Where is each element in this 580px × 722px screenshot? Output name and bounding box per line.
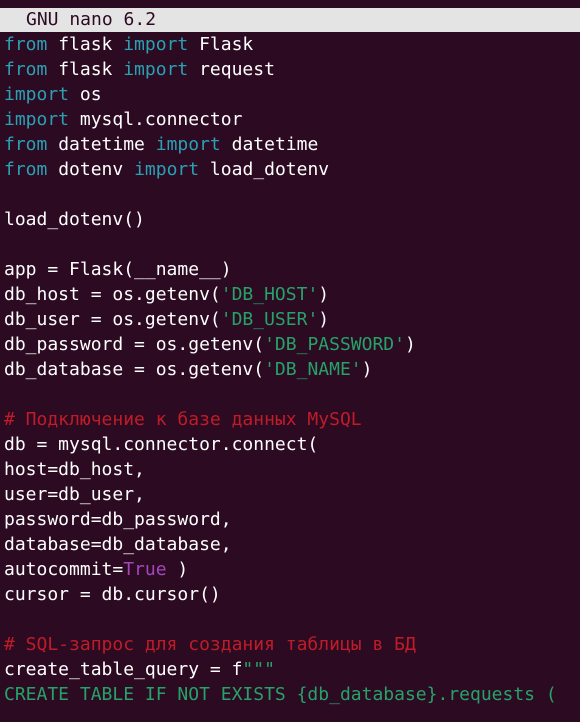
- code-line[interactable]: [4, 382, 580, 407]
- code-line[interactable]: db_host = os.getenv('DB_HOST'): [4, 282, 580, 307]
- string-token: """: [242, 659, 275, 680]
- code-line[interactable]: import os: [4, 82, 580, 107]
- code-text: database=db_database,: [4, 534, 232, 555]
- code-text: ): [361, 359, 373, 380]
- keyword-token: import: [155, 134, 221, 155]
- code-text: request: [188, 59, 275, 80]
- code-line[interactable]: load_dotenv(): [4, 207, 580, 232]
- code-line[interactable]: # SQL-запрос для создания таблицы в БД: [4, 632, 580, 657]
- code-editor[interactable]: from flask import Flask from flask import…: [4, 32, 580, 722]
- keyword-token: import: [123, 59, 189, 80]
- code-line[interactable]: database=db_database,: [4, 532, 580, 557]
- boolean-token: True: [123, 559, 167, 580]
- code-text: password=db_password,: [4, 509, 232, 530]
- code-text: flask: [47, 34, 124, 55]
- code-line[interactable]: from flask import request: [4, 57, 580, 82]
- code-text: ): [166, 559, 189, 580]
- code-line[interactable]: cursor = db.cursor(): [4, 582, 580, 607]
- code-line[interactable]: import mysql.connector: [4, 107, 580, 132]
- code-text: db_database = os.getenv(: [4, 359, 265, 380]
- code-line[interactable]: [4, 607, 580, 632]
- code-text: ): [318, 309, 330, 330]
- keyword-token: from: [4, 134, 48, 155]
- code-line[interactable]: db_password = os.getenv('DB_PASSWORD'): [4, 332, 580, 357]
- code-text: create_table_query = f: [4, 659, 243, 680]
- code-line[interactable]: db_user = os.getenv('DB_USER'): [4, 307, 580, 332]
- keyword-token: from: [4, 59, 48, 80]
- keyword-token: from: [4, 34, 48, 55]
- code-text: datetime: [220, 134, 319, 155]
- code-line[interactable]: from flask import Flask: [4, 32, 580, 57]
- code-text: mysql.connector: [69, 109, 243, 130]
- code-text: load_dotenv(): [4, 209, 145, 230]
- code-text: autocommit=: [4, 559, 124, 580]
- string-token: 'DB_PASSWORD': [264, 334, 405, 355]
- window-title: GNU nano 6.2: [26, 9, 157, 30]
- code-line[interactable]: autocommit=True ): [4, 557, 580, 582]
- code-text: cursor = db.cursor(): [4, 584, 221, 605]
- string-token: 'DB_NAME': [264, 359, 362, 380]
- code-text: Flask: [188, 34, 254, 55]
- code-line[interactable]: create_table_query = f""": [4, 657, 580, 682]
- string-token: 'DB_HOST': [220, 284, 319, 305]
- comment-token: # SQL-запрос для создания таблицы в БД: [4, 634, 416, 655]
- code-text: os: [69, 84, 102, 105]
- code-line[interactable]: CREATE TABLE IF NOT EXISTS {db_database}…: [4, 682, 580, 707]
- code-text: db_user = os.getenv(: [4, 309, 221, 330]
- nano-title-bar: GNU nano 6.2: [0, 0, 580, 34]
- code-line[interactable]: [4, 232, 580, 257]
- code-text: ): [404, 334, 416, 355]
- keyword-token: import: [4, 84, 70, 105]
- code-text: host=db_host,: [4, 459, 145, 480]
- code-line[interactable]: from datetime import datetime: [4, 132, 580, 157]
- keyword-token: from: [4, 159, 48, 180]
- code-text: load_dotenv: [199, 159, 330, 180]
- keyword-token: import: [123, 34, 189, 55]
- code-line[interactable]: user=db_user,: [4, 482, 580, 507]
- code-line[interactable]: host=db_host,: [4, 457, 580, 482]
- code-line[interactable]: db_database = os.getenv('DB_NAME'): [4, 357, 580, 382]
- code-text: user=db_user,: [4, 484, 145, 505]
- code-text: flask: [47, 59, 124, 80]
- code-line[interactable]: from dotenv import load_dotenv: [4, 157, 580, 182]
- code-text: ): [318, 284, 330, 305]
- code-text: db_password = os.getenv(: [4, 334, 265, 355]
- code-line[interactable]: # Подключение к базе данных MySQL: [4, 407, 580, 432]
- code-line[interactable]: db = mysql.connector.connect(: [4, 432, 580, 457]
- code-line[interactable]: password=db_password,: [4, 507, 580, 532]
- code-line[interactable]: app = Flask(__name__): [4, 257, 580, 282]
- code-text: dotenv: [47, 159, 135, 180]
- code-text: db = mysql.connector.connect(: [4, 434, 319, 455]
- comment-token: # Подключение к базе данных MySQL: [4, 409, 362, 430]
- keyword-token: import: [4, 109, 70, 130]
- code-text: app = Flask(__name__): [4, 259, 232, 280]
- code-text: db_host = os.getenv(: [4, 284, 221, 305]
- keyword-token: import: [134, 159, 200, 180]
- code-line[interactable]: [4, 182, 580, 207]
- string-token: CREATE TABLE IF NOT EXISTS {db_database}…: [4, 684, 557, 705]
- string-token: 'DB_USER': [220, 309, 319, 330]
- code-text: datetime: [47, 134, 156, 155]
